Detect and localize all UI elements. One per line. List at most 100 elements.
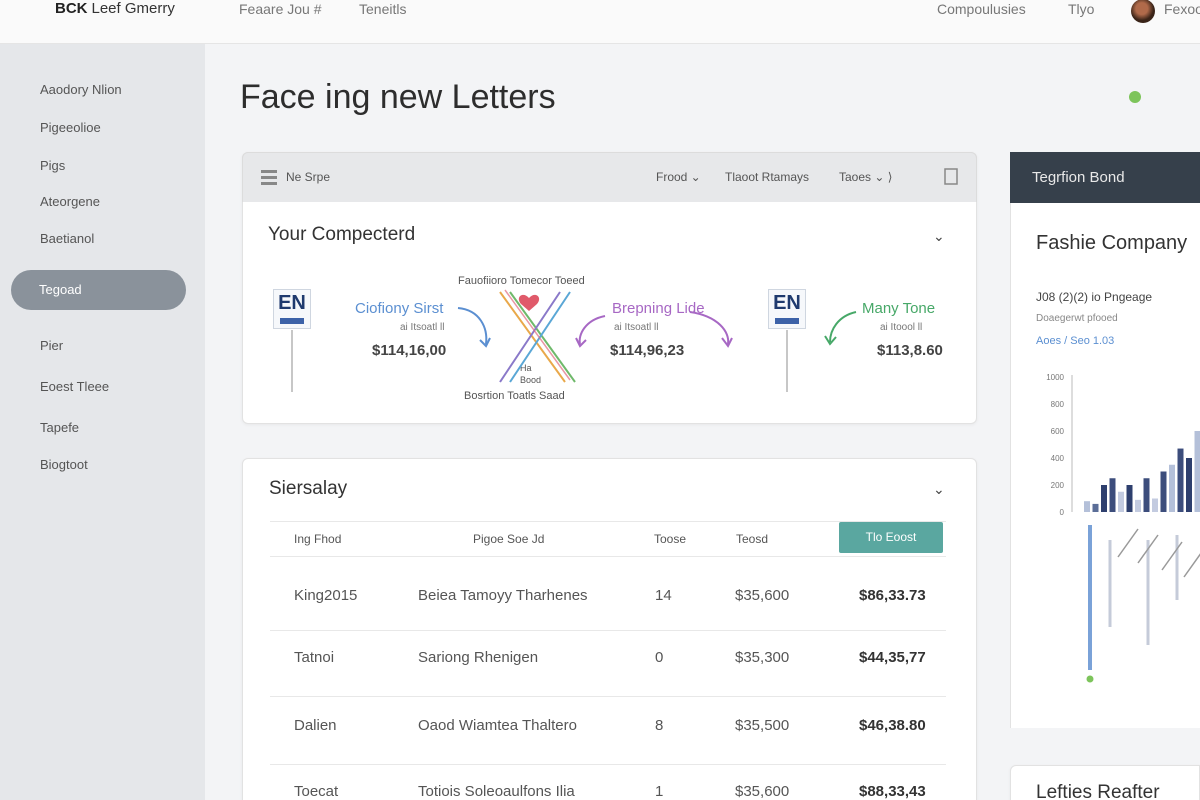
chart-bar <box>1160 471 1167 512</box>
diagram-card-title: Your Compecterd <box>268 224 416 245</box>
chevron-down-icon[interactable]: ⌄ <box>933 228 945 245</box>
chart-bar <box>1143 478 1150 512</box>
table-cell: $35,600 <box>735 783 790 800</box>
node-amount-3: $113,8.60 <box>877 342 943 359</box>
table-cell[interactable]: Toecat <box>294 783 338 800</box>
green-arrow-icon <box>824 311 857 346</box>
sidebar-item-7[interactable]: Eoest Tleee <box>40 379 109 394</box>
node-amount-1: $114,16,00 <box>372 342 447 359</box>
table-card-title: Siersalay <box>269 478 348 499</box>
right-panel-title: Fashie Company <box>1036 232 1188 254</box>
sidebar-item-4[interactable]: Ateorgene <box>40 194 100 209</box>
toolbar-filter-1[interactable]: Frood ⌄ <box>656 170 701 184</box>
app-logo[interactable]: BCK Leef Gmerry <box>55 0 175 17</box>
toolbar-filter-2[interactable]: Tlaoot Rtamays <box>725 170 809 184</box>
chart-bar <box>1084 501 1090 512</box>
sidebar-item-2[interactable]: Pigeeolioe <box>40 120 101 135</box>
bar-chart: 1000 800 600 400 200 0 <box>1046 373 1200 683</box>
divider <box>270 556 946 557</box>
y-tick-label: 0 <box>1060 508 1065 517</box>
user-name[interactable]: Fexoo <box>1164 1 1200 17</box>
nav-link-2[interactable]: Teneitls <box>359 1 406 17</box>
nav-link-1[interactable]: Feaare Jou # <box>239 1 322 17</box>
table-cell[interactable]: Tatnoi <box>294 649 334 666</box>
chart-bar <box>1101 485 1107 512</box>
table-cell: 8 <box>655 717 664 734</box>
table-cell: $35,600 <box>735 587 790 604</box>
table-cell[interactable]: Dalien <box>294 717 337 734</box>
nav-link-compoulusies[interactable]: Compoulusies <box>937 1 1026 17</box>
column-header[interactable]: Pigoe Soe Jd <box>473 532 544 546</box>
chart-bar <box>1109 478 1116 512</box>
table-cell: 0 <box>655 649 664 666</box>
table-cell: 1 <box>655 783 664 800</box>
chart-bar <box>1186 458 1192 512</box>
table-cell-total: $44,35,77 <box>859 649 926 666</box>
sidebar-item-active[interactable]: Tegoad <box>11 270 186 310</box>
table-cell[interactable]: King2015 <box>294 587 357 604</box>
table-cell: Beiea Tamoyy Tharhenes <box>418 587 588 604</box>
sidebar-item-3[interactable]: Pigs <box>40 158 65 173</box>
sidebar-item-9[interactable]: Biogtoot <box>40 457 88 472</box>
stem-line <box>291 330 293 392</box>
nav-link-tlyo[interactable]: Tlyo <box>1068 1 1094 17</box>
status-dot-icon <box>1129 91 1141 103</box>
y-tick-label: 400 <box>1051 454 1065 463</box>
right-panel-header[interactable]: Tegrfion Bond <box>1010 152 1200 203</box>
y-tick-label: 800 <box>1051 400 1065 409</box>
column-header[interactable]: Teosd <box>736 532 768 546</box>
table-cell-total: $86,33.73 <box>859 587 926 604</box>
right-panel-link[interactable]: Aoes / Seo 1.03 <box>1036 335 1114 347</box>
chart-bar <box>1092 503 1099 512</box>
table-cell: Oaod Wiamtea Thaltero <box>418 717 577 734</box>
flag-icon: EN <box>273 289 311 329</box>
y-tick-label: 600 <box>1051 427 1065 436</box>
table-cell-total: $88,33,43 <box>859 783 926 800</box>
connector-diagram <box>457 289 733 383</box>
toolbar-type-select[interactable]: Ne Srpe <box>286 170 330 184</box>
chart-bar <box>1177 448 1184 512</box>
node-sub-1: ai Itsoatl ll <box>400 322 445 333</box>
right-panel-note: Doaegerwt pfooed <box>1036 313 1118 324</box>
y-tick-label: 200 <box>1051 481 1065 490</box>
avatar[interactable] <box>1131 0 1155 23</box>
table-cell: $35,300 <box>735 649 790 666</box>
bottom-right-title: Lefties Reafter <box>1036 782 1160 800</box>
x-tick-label <box>1161 541 1183 571</box>
chart-bar <box>1194 431 1200 512</box>
sidebar-item-8[interactable]: Tapefe <box>40 420 79 435</box>
y-tick-label: 1000 <box>1046 373 1064 382</box>
top-bar: BCK Leef Gmerry Feaare Jou # Teneitls Com… <box>0 0 1200 44</box>
table-cell: 14 <box>655 587 672 604</box>
sidebar-item-6[interactable]: Pier <box>40 338 63 353</box>
x-tick-label <box>1183 553 1200 578</box>
column-header[interactable]: Toose <box>654 532 686 546</box>
table-cell: Totiois Soleoaulfons Ilia <box>418 783 575 800</box>
chart-marker <box>1086 675 1094 683</box>
table-cell: Sariong Rhenigen <box>418 649 539 666</box>
divider <box>270 764 946 765</box>
node-sub-3: ai Itoool ll <box>880 322 923 333</box>
table-card <box>242 458 977 800</box>
column-header[interactable]: Ing Fhod <box>294 532 341 546</box>
sidebar: Aaodory Nlion Pigeeolioe Pigs Ateorgene … <box>0 44 205 800</box>
table-cell: $35,500 <box>735 717 790 734</box>
sidebar-item-active-label: Tegoad <box>39 282 82 297</box>
sidebar-item-1[interactable]: Aaodory Nlion <box>40 82 122 97</box>
export-button[interactable]: Tlo Eoost <box>839 522 943 553</box>
copy-icon[interactable] <box>944 168 958 185</box>
chart-bar <box>1118 491 1124 512</box>
divider <box>270 696 946 697</box>
chevron-down-icon[interactable]: ⌄ <box>933 481 945 498</box>
x-tick-label <box>1117 528 1139 558</box>
right-panel-header-label: Tegrfion Bond <box>1032 169 1125 186</box>
node-name-3: Many Tone <box>862 300 936 317</box>
node-name-1: Ciofiony Sirst <box>355 300 444 317</box>
chart-bar <box>1135 499 1141 512</box>
stem-line <box>786 330 788 392</box>
card-toolbar: Ne Srpe Frood ⌄ Tlaoot Rtamays Taoes ⌄ ⟩ <box>242 152 977 202</box>
grid-icon[interactable] <box>261 170 277 185</box>
divider <box>270 630 946 631</box>
toolbar-filter-3[interactable]: Taoes ⌄ ⟩ <box>839 170 892 184</box>
sidebar-item-5[interactable]: Baetianol <box>40 231 94 246</box>
